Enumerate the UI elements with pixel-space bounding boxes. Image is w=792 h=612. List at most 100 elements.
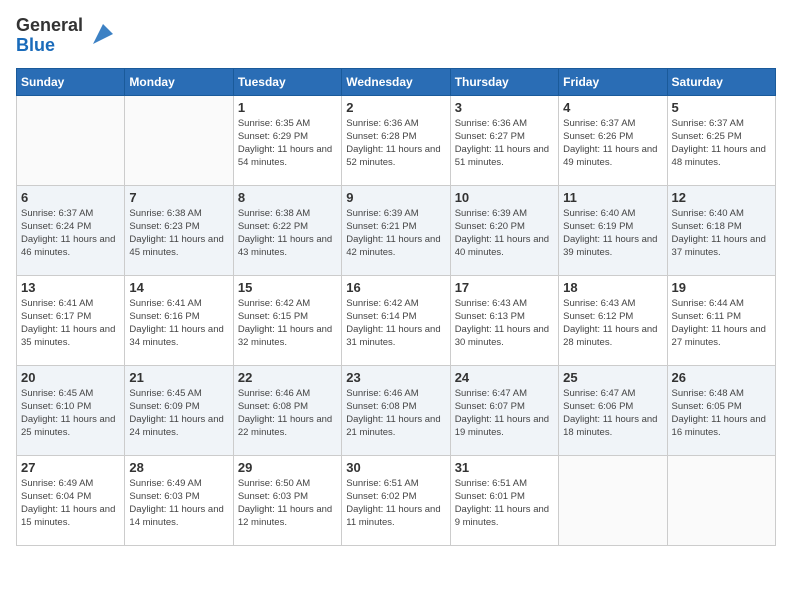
page-header: General Blue (16, 16, 776, 56)
day-info: Sunrise: 6:41 AM Sunset: 6:16 PM Dayligh… (129, 297, 228, 350)
day-number: 6 (21, 190, 120, 205)
calendar-cell: 6 Sunrise: 6:37 AM Sunset: 6:24 PM Daylig… (17, 185, 125, 275)
day-number: 9 (346, 190, 445, 205)
calendar-cell (125, 95, 233, 185)
calendar-cell: 23 Sunrise: 6:46 AM Sunset: 6:08 PM Dayli… (342, 365, 450, 455)
day-info: Sunrise: 6:47 AM Sunset: 6:06 PM Dayligh… (563, 387, 662, 440)
calendar-cell: 17 Sunrise: 6:43 AM Sunset: 6:13 PM Dayli… (450, 275, 558, 365)
day-number: 15 (238, 280, 337, 295)
calendar-cell: 31 Sunrise: 6:51 AM Sunset: 6:01 PM Dayli… (450, 455, 558, 545)
logo-blue: Blue (16, 36, 55, 56)
calendar-cell: 26Sunrise: 6:48 AM Sunset: 6:05 PM Dayli… (667, 365, 775, 455)
day-info: Sunrise: 6:38 AM Sunset: 6:22 PM Dayligh… (238, 207, 337, 260)
day-number: 14 (129, 280, 228, 295)
day-info: Sunrise: 6:38 AM Sunset: 6:23 PM Dayligh… (129, 207, 228, 260)
calendar-week-row: 13 Sunrise: 6:41 AM Sunset: 6:17 PM Dayli… (17, 275, 776, 365)
calendar-cell: 4 Sunrise: 6:37 AM Sunset: 6:26 PM Daylig… (559, 95, 667, 185)
day-info: Sunrise: 6:49 AM Sunset: 6:04 PM Dayligh… (21, 477, 120, 530)
day-info: Sunrise: 6:35 AM Sunset: 6:29 PM Dayligh… (238, 117, 337, 170)
day-number: 22 (238, 370, 337, 385)
calendar-header-row: SundayMondayTuesdayWednesdayThursdayFrid… (17, 68, 776, 95)
calendar-cell: 14 Sunrise: 6:41 AM Sunset: 6:16 PM Dayli… (125, 275, 233, 365)
day-of-week-header: Thursday (450, 68, 558, 95)
day-number: 7 (129, 190, 228, 205)
day-number: 2 (346, 100, 445, 115)
calendar-cell: 7 Sunrise: 6:38 AM Sunset: 6:23 PM Daylig… (125, 185, 233, 275)
day-number: 10 (455, 190, 554, 205)
day-info: Sunrise: 6:44 AM Sunset: 6:11 PM Dayligh… (672, 297, 771, 350)
day-info: Sunrise: 6:36 AM Sunset: 6:28 PM Dayligh… (346, 117, 445, 170)
calendar-body: 1 Sunrise: 6:35 AM Sunset: 6:29 PM Daylig… (17, 95, 776, 545)
calendar-cell: 3 Sunrise: 6:36 AM Sunset: 6:27 PM Daylig… (450, 95, 558, 185)
day-number: 13 (21, 280, 120, 295)
day-number: 24 (455, 370, 554, 385)
calendar-cell: 25Sunrise: 6:47 AM Sunset: 6:06 PM Dayli… (559, 365, 667, 455)
day-number: 19 (672, 280, 771, 295)
day-number: 11 (563, 190, 662, 205)
day-number: 28 (129, 460, 228, 475)
calendar-cell: 5 Sunrise: 6:37 AM Sunset: 6:25 PM Daylig… (667, 95, 775, 185)
day-info: Sunrise: 6:50 AM Sunset: 6:03 PM Dayligh… (238, 477, 337, 530)
calendar-cell (667, 455, 775, 545)
calendar-cell: 9Sunrise: 6:39 AM Sunset: 6:21 PM Daylig… (342, 185, 450, 275)
day-number: 30 (346, 460, 445, 475)
logo-icon (89, 20, 117, 48)
day-number: 3 (455, 100, 554, 115)
day-number: 1 (238, 100, 337, 115)
calendar-cell: 16 Sunrise: 6:42 AM Sunset: 6:14 PM Dayli… (342, 275, 450, 365)
day-info: Sunrise: 6:41 AM Sunset: 6:17 PM Dayligh… (21, 297, 120, 350)
calendar-cell: 27 Sunrise: 6:49 AM Sunset: 6:04 PM Dayli… (17, 455, 125, 545)
day-number: 31 (455, 460, 554, 475)
day-number: 16 (346, 280, 445, 295)
day-info: Sunrise: 6:45 AM Sunset: 6:10 PM Dayligh… (21, 387, 120, 440)
day-info: Sunrise: 6:37 AM Sunset: 6:26 PM Dayligh… (563, 117, 662, 170)
day-of-week-header: Friday (559, 68, 667, 95)
calendar-week-row: 1 Sunrise: 6:35 AM Sunset: 6:29 PM Daylig… (17, 95, 776, 185)
day-number: 18 (563, 280, 662, 295)
day-of-week-header: Saturday (667, 68, 775, 95)
calendar-cell: 8 Sunrise: 6:38 AM Sunset: 6:22 PM Daylig… (233, 185, 341, 275)
day-number: 17 (455, 280, 554, 295)
calendar-cell: 11 Sunrise: 6:40 AM Sunset: 6:19 PM Dayli… (559, 185, 667, 275)
calendar-week-row: 20 Sunrise: 6:45 AM Sunset: 6:10 PM Dayli… (17, 365, 776, 455)
day-info: Sunrise: 6:48 AM Sunset: 6:05 PM Dayligh… (672, 387, 771, 440)
calendar-cell: 30Sunrise: 6:51 AM Sunset: 6:02 PM Dayli… (342, 455, 450, 545)
day-info: Sunrise: 6:46 AM Sunset: 6:08 PM Dayligh… (346, 387, 445, 440)
day-info: Sunrise: 6:40 AM Sunset: 6:19 PM Dayligh… (563, 207, 662, 260)
calendar-cell: 22Sunrise: 6:46 AM Sunset: 6:08 PM Dayli… (233, 365, 341, 455)
day-info: Sunrise: 6:37 AM Sunset: 6:24 PM Dayligh… (21, 207, 120, 260)
calendar-cell: 1 Sunrise: 6:35 AM Sunset: 6:29 PM Daylig… (233, 95, 341, 185)
calendar-cell: 12 Sunrise: 6:40 AM Sunset: 6:18 PM Dayli… (667, 185, 775, 275)
day-of-week-header: Tuesday (233, 68, 341, 95)
day-info: Sunrise: 6:51 AM Sunset: 6:01 PM Dayligh… (455, 477, 554, 530)
day-number: 8 (238, 190, 337, 205)
calendar-cell: 28 Sunrise: 6:49 AM Sunset: 6:03 PM Dayli… (125, 455, 233, 545)
day-number: 12 (672, 190, 771, 205)
calendar-cell: 20 Sunrise: 6:45 AM Sunset: 6:10 PM Dayli… (17, 365, 125, 455)
calendar-cell: 19 Sunrise: 6:44 AM Sunset: 6:11 PM Dayli… (667, 275, 775, 365)
logo-general: General (16, 16, 83, 36)
day-info: Sunrise: 6:37 AM Sunset: 6:25 PM Dayligh… (672, 117, 771, 170)
day-of-week-header: Sunday (17, 68, 125, 95)
day-info: Sunrise: 6:40 AM Sunset: 6:18 PM Dayligh… (672, 207, 771, 260)
calendar-cell: 29 Sunrise: 6:50 AM Sunset: 6:03 PM Dayli… (233, 455, 341, 545)
day-info: Sunrise: 6:42 AM Sunset: 6:14 PM Dayligh… (346, 297, 445, 350)
calendar-cell: 2 Sunrise: 6:36 AM Sunset: 6:28 PM Daylig… (342, 95, 450, 185)
day-number: 29 (238, 460, 337, 475)
day-info: Sunrise: 6:39 AM Sunset: 6:20 PM Dayligh… (455, 207, 554, 260)
calendar-week-row: 27 Sunrise: 6:49 AM Sunset: 6:04 PM Dayli… (17, 455, 776, 545)
day-info: Sunrise: 6:49 AM Sunset: 6:03 PM Dayligh… (129, 477, 228, 530)
day-number: 27 (21, 460, 120, 475)
day-info: Sunrise: 6:36 AM Sunset: 6:27 PM Dayligh… (455, 117, 554, 170)
day-number: 23 (346, 370, 445, 385)
calendar-cell: 24Sunrise: 6:47 AM Sunset: 6:07 PM Dayli… (450, 365, 558, 455)
day-number: 4 (563, 100, 662, 115)
logo: General Blue (16, 16, 117, 56)
day-info: Sunrise: 6:43 AM Sunset: 6:13 PM Dayligh… (455, 297, 554, 350)
day-of-week-header: Wednesday (342, 68, 450, 95)
day-info: Sunrise: 6:43 AM Sunset: 6:12 PM Dayligh… (563, 297, 662, 350)
day-number: 20 (21, 370, 120, 385)
day-number: 5 (672, 100, 771, 115)
calendar-cell (559, 455, 667, 545)
calendar-cell (17, 95, 125, 185)
